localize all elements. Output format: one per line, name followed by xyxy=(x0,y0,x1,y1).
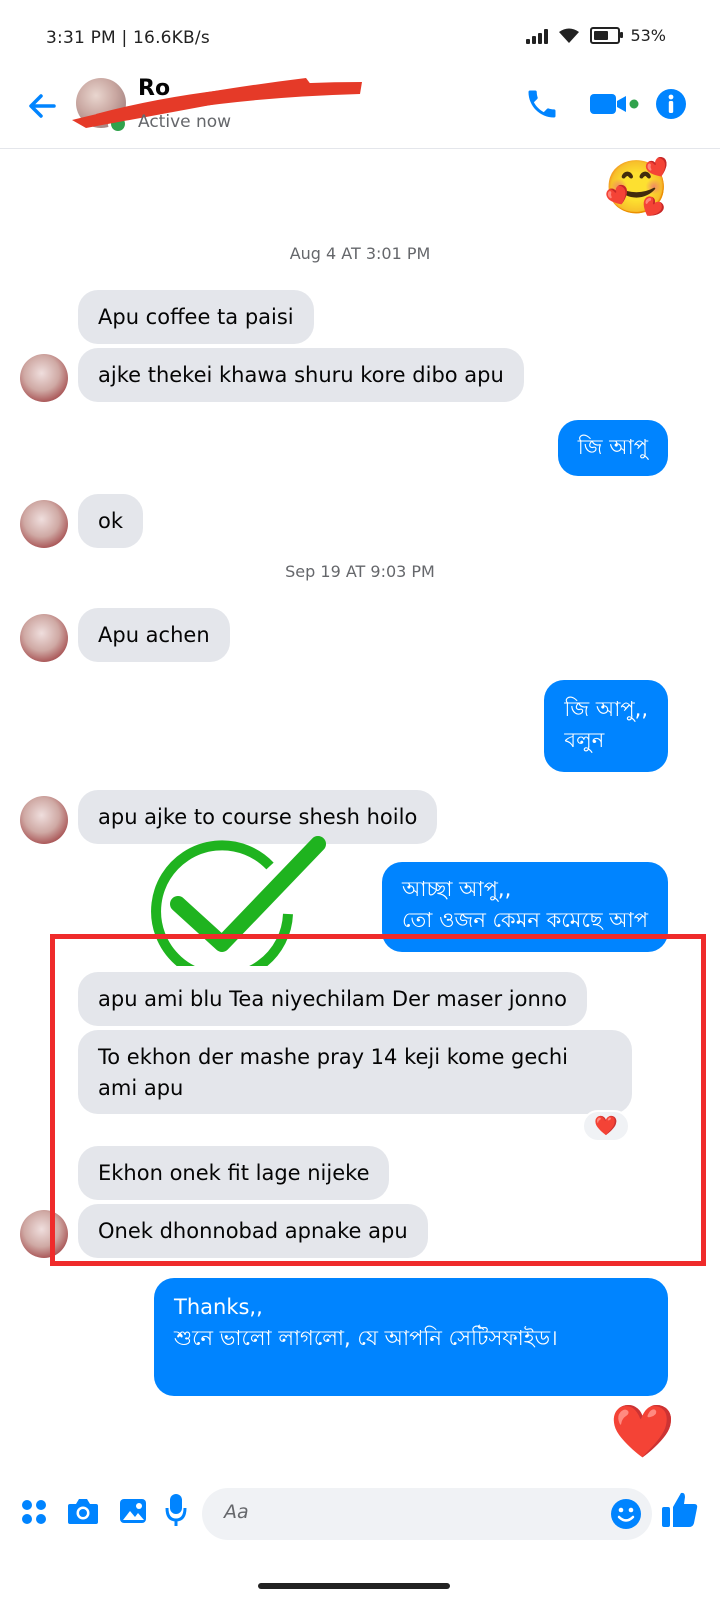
battery-icon xyxy=(590,27,624,44)
camera-icon[interactable] xyxy=(66,1496,100,1526)
mic-icon[interactable] xyxy=(164,1492,188,1528)
wifi-icon xyxy=(559,28,580,43)
incoming-message[interactable]: ajke thekei khawa shuru kore dibo apu xyxy=(78,348,524,402)
sender-avatar[interactable] xyxy=(20,614,68,662)
timestamp-divider: Sep 19 AT 9:03 PM xyxy=(285,562,435,581)
info-icon[interactable] xyxy=(655,88,687,120)
phone-call-icon[interactable] xyxy=(524,86,560,122)
sent-heart-emoji: ❤️ xyxy=(610,1402,675,1462)
video-call-icon[interactable] xyxy=(588,86,642,122)
menu-icon[interactable] xyxy=(20,1498,48,1526)
emoji-icon[interactable] xyxy=(610,1498,642,1530)
message-composer: Aa xyxy=(0,1480,720,1552)
battery-percent: 53% xyxy=(630,26,666,45)
sender-avatar[interactable] xyxy=(20,354,68,402)
signal-icon xyxy=(526,28,549,44)
incoming-message[interactable]: Apu achen xyxy=(78,608,230,662)
sender-avatar[interactable] xyxy=(20,796,68,844)
outgoing-message[interactable]: জি আপু,, বলুন xyxy=(544,680,668,772)
outgoing-message[interactable]: জি আপু xyxy=(557,420,668,476)
sender-avatar[interactable] xyxy=(20,500,68,548)
sent-emoji-smiling-hearts: 🥰 xyxy=(604,158,669,218)
timestamp-divider: Aug 4 AT 3:01 PM xyxy=(289,244,431,263)
incoming-message[interactable]: ok xyxy=(78,494,144,548)
incoming-message[interactable]: Apu coffee ta paisi xyxy=(78,290,314,344)
outgoing-message[interactable]: Thanks,, শুনে ভালো লাগলো, যে আপনি সেটিসফ… xyxy=(154,1278,668,1396)
chat-header: Ro Active now xyxy=(0,72,720,149)
presence-status: Active now xyxy=(138,112,232,132)
gallery-icon[interactable] xyxy=(118,1496,148,1526)
like-icon[interactable] xyxy=(660,1490,700,1530)
message-input-placeholder: Aa xyxy=(224,1501,249,1523)
status-bar: 3:31 PM | 16.6KB/s 53% xyxy=(0,0,720,72)
status-icons: 53% xyxy=(526,26,666,45)
back-arrow-icon[interactable] xyxy=(24,88,60,124)
highlight-box xyxy=(50,934,706,1266)
message-input[interactable]: Aa xyxy=(202,1488,652,1540)
home-indicator[interactable] xyxy=(258,1583,450,1589)
status-time-speed: 3:31 PM | 16.6KB/s xyxy=(46,28,210,48)
